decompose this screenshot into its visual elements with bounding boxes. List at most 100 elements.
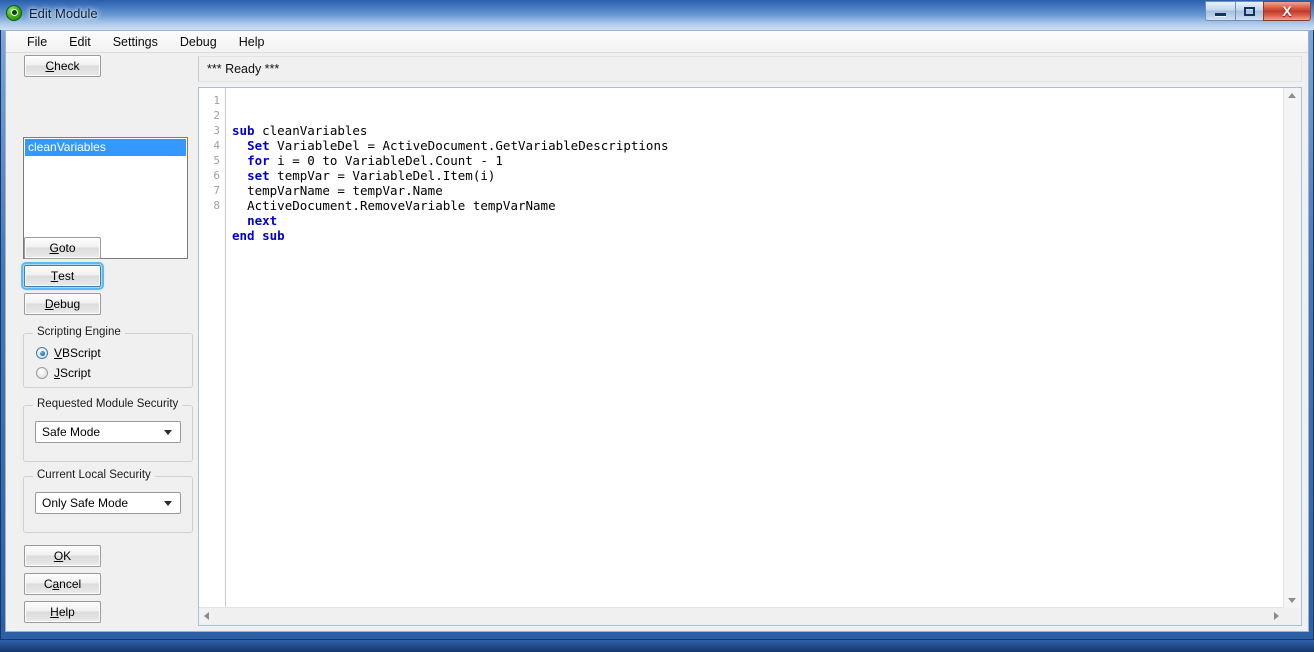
window-bottom-frame (0, 640, 1314, 652)
menu-item-edit[interactable]: Edit (58, 33, 102, 51)
current-local-security-value: Only Safe Mode (42, 496, 129, 510)
window-title: Edit Module (29, 5, 98, 21)
code-editor-viewport[interactable]: 1 2 3 4 5 6 7 8 sub cleanVariables Set Variable… (199, 88, 1284, 608)
cancel-button[interactable]: Ca ncel (24, 573, 101, 595)
radio-jscript-label: JScript (54, 366, 91, 380)
status-bar: *** Ready *** (198, 56, 1302, 82)
goto-button-label: oto (58, 241, 76, 255)
app-icon (6, 5, 22, 21)
cancel-button-pre: C (43, 577, 53, 591)
test-button[interactable]: Test (21, 262, 104, 290)
close-icon: X (1282, 3, 1292, 19)
status-text: *** Ready *** (207, 62, 280, 76)
test-button-mnemonic: T (50, 269, 59, 283)
current-local-security-group: Current Local Security Only Safe Mode (23, 469, 193, 533)
left-control-panel: Check cleanVariables Goto Test Debug Scr… (6, 53, 196, 633)
menu-item-settings[interactable]: Settings (102, 33, 169, 51)
line-number: 5 (213, 154, 220, 167)
code-keyword: next (247, 213, 278, 228)
title-bar[interactable]: Edit Module X (0, 0, 1314, 30)
code-line: end sub (232, 228, 1284, 243)
code-line: next (232, 213, 1284, 228)
radio-jscript-icon (36, 367, 48, 379)
check-button-label: heck (54, 59, 80, 73)
code-line: sub cleanVariables (232, 123, 1284, 138)
scripting-engine-group: Scripting Engine VBScript JScript (23, 326, 193, 388)
editor-vertical-scrollbar[interactable] (1283, 88, 1301, 608)
current-local-security-title: Current Local Security (33, 469, 155, 481)
requested-module-security-group: Requested Module Security Safe Mode (23, 398, 193, 462)
chevron-down-icon (164, 430, 172, 435)
menu-item-debug[interactable]: Debug (169, 33, 228, 51)
cancel-button-label: ncel (59, 577, 82, 591)
menu-item-help[interactable]: Help (228, 33, 276, 51)
line-number: 3 (213, 124, 220, 137)
scroll-down-icon[interactable] (1288, 598, 1296, 603)
help-button-label: elp (58, 605, 75, 619)
goto-button[interactable]: Goto (24, 237, 101, 259)
menu-item-file[interactable]: File (16, 33, 58, 51)
line-number-gutter: 1 2 3 4 5 6 7 8 (199, 88, 226, 608)
code-keyword: end sub (232, 228, 285, 243)
check-button[interactable]: Check (24, 55, 101, 77)
radio-vbscript-text: BScript (62, 346, 101, 360)
scroll-up-icon[interactable] (1288, 93, 1296, 98)
window-controls: X (1205, 1, 1311, 22)
menu-bar: File Edit Settings Debug Help (6, 31, 1308, 53)
test-button-label: est (58, 269, 75, 283)
current-local-security-combo[interactable]: Only Safe Mode (35, 492, 181, 514)
code-token: ActiveDocument.RemoveVariable tempVarNam… (247, 198, 556, 213)
code-token: cleanVariables (254, 123, 368, 138)
desktop-background: Edit Module X File Edit Settings Debug H… (0, 0, 1314, 652)
requested-module-security-value: Safe Mode (42, 425, 101, 439)
code-editor[interactable]: 1 2 3 4 5 6 7 8 sub cleanVariables Set Variable… (198, 87, 1302, 626)
line-number: 6 (213, 169, 220, 182)
code-token: VariableDel = ActiveDocument.GetVariable… (269, 138, 669, 153)
cancel-button-mnemonic: a (52, 577, 60, 591)
code-line: tempVarName = tempVar.Name (232, 183, 1284, 198)
radio-vbscript-icon (36, 347, 48, 359)
right-editor-panel: *** Ready *** 1 2 3 4 5 6 7 8 sub cleanVariable… (196, 53, 1310, 633)
ok-button[interactable]: OK (24, 545, 101, 567)
code-text[interactable]: sub cleanVariables Set VariableDel = Act… (232, 88, 1284, 608)
line-number: 7 (213, 184, 220, 197)
code-token: tempVarName = tempVar.Name (247, 183, 443, 198)
radio-vbscript-label: VBScript (54, 346, 101, 360)
radio-vbscript[interactable]: VBScript (36, 346, 101, 360)
minimize-button[interactable] (1205, 1, 1236, 21)
code-token: i = 0 to VariableDel.Count - 1 (269, 153, 503, 168)
help-button[interactable]: Help (24, 601, 101, 623)
requested-module-security-title: Requested Module Security (33, 398, 183, 410)
list-item-cleanvariables[interactable]: cleanVariables (25, 139, 186, 156)
radio-jscript[interactable]: JScript (36, 366, 91, 380)
edit-module-window: Edit Module X File Edit Settings Debug H… (0, 0, 1314, 640)
scrollbar-corner (1284, 608, 1301, 625)
help-button-mnemonic: H (50, 605, 59, 619)
ok-button-label: K (63, 549, 72, 563)
line-number: 8 (213, 199, 220, 212)
goto-button-mnemonic: G (49, 241, 59, 255)
debug-button-mnemonic: D (44, 297, 54, 311)
scroll-left-icon[interactable] (204, 612, 209, 620)
line-numbers: 1 2 3 4 5 6 7 8 (199, 88, 225, 213)
close-button[interactable]: X (1263, 1, 1311, 21)
code-keyword: sub (232, 123, 255, 138)
code-keyword: for (247, 153, 270, 168)
debug-button[interactable]: Debug (24, 293, 101, 315)
radio-vbscript-mnemonic: V (54, 346, 63, 360)
debug-button-label: ebug (53, 297, 81, 311)
editor-horizontal-scrollbar[interactable] (199, 607, 1284, 625)
requested-module-security-combo[interactable]: Safe Mode (35, 421, 181, 443)
maximize-icon (1244, 6, 1255, 16)
check-button-mnemonic: C (45, 59, 55, 73)
maximize-button[interactable] (1235, 1, 1264, 21)
title-bar-content: Edit Module (6, 5, 98, 21)
line-number: 4 (213, 139, 220, 152)
ok-button-mnemonic: O (53, 549, 64, 563)
code-line: set tempVar = VariableDel.Item(i) (232, 168, 1284, 183)
code-line: Set VariableDel = ActiveDocument.GetVari… (232, 138, 1284, 153)
scroll-right-icon[interactable] (1274, 612, 1279, 620)
code-line: ActiveDocument.RemoveVariable tempVarNam… (232, 198, 1284, 213)
client-area: File Edit Settings Debug Help Check clea… (5, 30, 1309, 632)
code-lines: sub cleanVariables Set VariableDel = Act… (232, 118, 1284, 243)
